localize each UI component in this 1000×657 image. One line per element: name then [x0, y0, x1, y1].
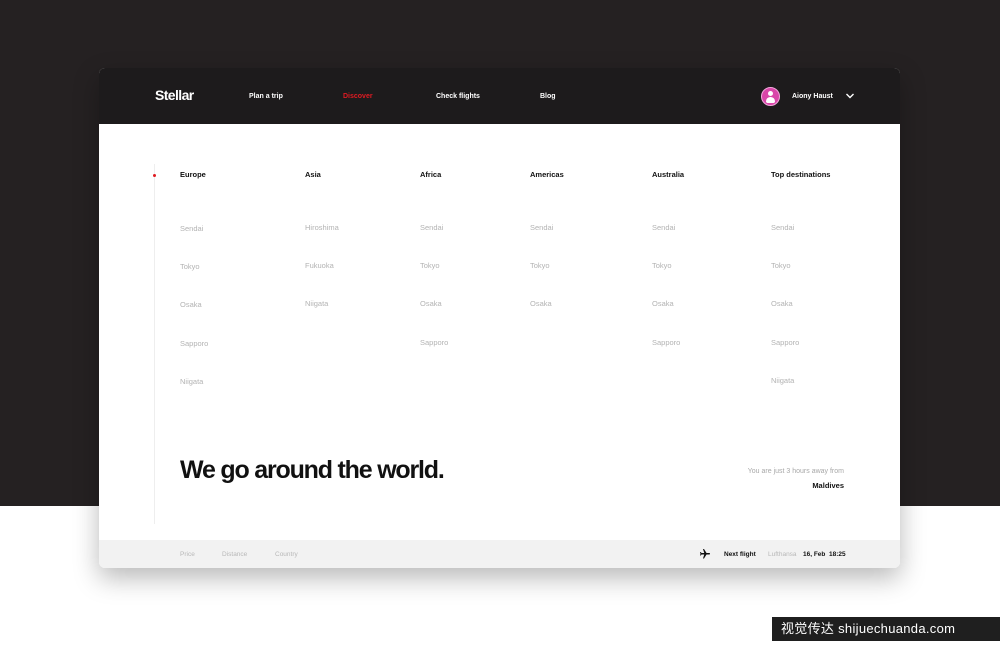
city-link[interactable]: Tokyo	[420, 261, 440, 270]
city-link[interactable]: Niigata	[180, 377, 203, 386]
next-flight-date: 16, Feb	[803, 551, 826, 558]
region-column-australia: Australia Sendai Tokyo Osaka Sapporo	[652, 170, 762, 347]
airplane-icon	[700, 549, 710, 559]
hero-headline: We go around the world.	[180, 456, 445, 484]
section-indicator-dot	[153, 174, 156, 177]
city-link[interactable]: Tokyo	[652, 261, 672, 270]
top-navigation-bar: Stellar Plan a trip Discover Check fligh…	[99, 68, 900, 124]
region-column-top-destinations: Top destinations Sendai Tokyo Osaka Sapp…	[771, 170, 881, 385]
region-column-europe: Europe Sendai Tokyo Osaka Sapporo Niigat…	[180, 170, 290, 386]
city-link[interactable]: Sapporo	[652, 338, 680, 347]
city-link[interactable]: Sendai	[530, 223, 553, 232]
nav-check-flights[interactable]: Check flights	[436, 93, 480, 100]
region-top-destinations[interactable]: Top destinations	[771, 170, 881, 179]
nav-plan-a-trip[interactable]: Plan a trip	[249, 93, 283, 100]
next-flight-label[interactable]: Next flight	[724, 551, 756, 558]
next-flight-time: 18:25	[829, 551, 846, 558]
featured-destination[interactable]: Maldives	[812, 481, 844, 490]
region-asia[interactable]: Asia	[305, 170, 415, 179]
filter-country[interactable]: Country	[275, 551, 298, 558]
user-name[interactable]: Aiony Haust	[792, 93, 833, 100]
stellar-logo[interactable]: Stellar	[155, 87, 194, 103]
city-link[interactable]: Hiroshima	[305, 223, 339, 232]
region-europe[interactable]: Europe	[180, 170, 290, 179]
watermark: 视觉传达 shijuechuanda.com	[772, 617, 1000, 641]
app-window: Stellar Plan a trip Discover Check fligh…	[99, 68, 900, 568]
city-link[interactable]: Fukuoka	[305, 261, 334, 270]
region-column-americas: Americas Sendai Tokyo Osaka	[530, 170, 640, 308]
nav-discover[interactable]: Discover	[343, 93, 373, 100]
section-indicator-line	[154, 164, 155, 524]
city-link[interactable]: Sapporo	[420, 338, 448, 347]
city-link[interactable]: Tokyo	[530, 261, 550, 270]
chevron-down-icon[interactable]	[845, 91, 855, 101]
next-flight-airline: Lufthansa	[768, 551, 797, 558]
bottom-bar: Price Distance Country Next flight Lufth…	[99, 540, 900, 568]
region-column-asia: Asia Hiroshima Fukuoka Niigata	[305, 170, 415, 308]
city-link[interactable]: Tokyo	[180, 262, 200, 271]
city-link[interactable]: Sapporo	[180, 339, 208, 348]
city-link[interactable]: Osaka	[771, 299, 793, 308]
city-link[interactable]: Sendai	[420, 223, 443, 232]
travel-time-note: You are just 3 hours away from	[747, 468, 844, 475]
nav-blog[interactable]: Blog	[540, 93, 556, 100]
city-link[interactable]: Osaka	[180, 300, 202, 309]
user-menu[interactable]: Aiony Haust	[761, 86, 855, 106]
city-link[interactable]: Osaka	[530, 299, 552, 308]
filter-distance[interactable]: Distance	[222, 551, 247, 558]
city-link[interactable]: Sendai	[771, 223, 794, 232]
region-americas[interactable]: Americas	[530, 170, 640, 179]
avatar[interactable]	[761, 86, 780, 106]
city-link[interactable]: Tokyo	[771, 261, 791, 270]
city-link[interactable]: Osaka	[652, 299, 674, 308]
city-link[interactable]: Sendai	[180, 224, 203, 233]
city-link[interactable]: Sendai	[652, 223, 675, 232]
filter-price[interactable]: Price	[180, 551, 195, 558]
city-link[interactable]: Niigata	[305, 299, 328, 308]
region-africa[interactable]: Africa	[420, 170, 530, 179]
city-link[interactable]: Niigata	[771, 376, 794, 385]
city-link[interactable]: Sapporo	[771, 338, 799, 347]
city-link[interactable]: Osaka	[420, 299, 442, 308]
region-column-africa: Africa Sendai Tokyo Osaka Sapporo	[420, 170, 530, 347]
region-australia[interactable]: Australia	[652, 170, 762, 179]
